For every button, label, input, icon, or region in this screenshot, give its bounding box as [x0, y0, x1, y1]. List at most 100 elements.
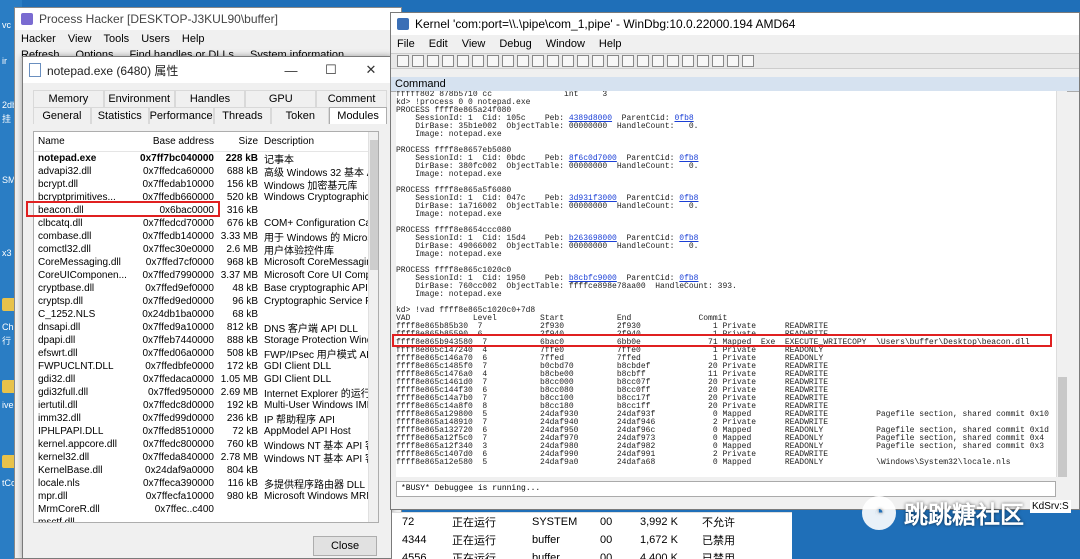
task-row[interactable]: 72 正在运行 SYSTEM 00 3,992 K 不允许 — [392, 513, 792, 531]
module-row[interactable]: mpr.dll 0x7ffecfa10000 980 kB Microsoft Win… — [34, 490, 378, 503]
column-header-size[interactable]: Size — [214, 136, 262, 147]
menu-users[interactable]: Users — [141, 33, 170, 45]
font-icon[interactable] — [727, 55, 739, 67]
menu-hacker[interactable]: Hacker — [21, 33, 56, 45]
tab-token[interactable]: Token — [271, 107, 330, 124]
module-row[interactable]: comctl32.dll 0x7ffec30e0000 2.6 MB 用户体验控件库 — [34, 243, 378, 257]
module-row[interactable]: FWPUCLNT.DLL 0x7ffedbfe0000 172 kB GDI Clie… — [34, 360, 378, 373]
module-base-address: 0x7ffed950000 — [148, 387, 214, 398]
module-row[interactable]: MrmCoreR.dll 0x7ffec..c400 — [34, 503, 378, 516]
registers-icon[interactable] — [637, 55, 649, 67]
callstack-icon[interactable] — [667, 55, 679, 67]
menu-debug[interactable]: Debug — [499, 38, 531, 50]
module-row[interactable]: bcryptprimitives... 0x7ffedb660000 520 kB W… — [34, 191, 378, 204]
module-row[interactable]: kernel32.dll 0x7ffeda840000 2.78 MB Windows… — [34, 451, 378, 465]
step-out-icon[interactable] — [547, 55, 559, 67]
module-size: 316 kB — [226, 205, 258, 216]
menu-help[interactable]: Help — [599, 38, 622, 50]
tab-modules[interactable]: Modules — [329, 107, 387, 124]
tab-general[interactable]: General — [33, 107, 91, 124]
module-row[interactable]: gdi32full.dll 0x7ffed950000 2.69 MB Interne… — [34, 386, 378, 400]
menu-window[interactable]: Window — [546, 38, 585, 50]
maximize-icon[interactable]: ☐ — [311, 57, 351, 83]
column-header-base[interactable]: Base address — [129, 136, 214, 147]
module-size: 812 kB — [226, 322, 258, 333]
scratch-icon[interactable] — [697, 55, 709, 67]
tab-memory[interactable]: Memory — [33, 90, 104, 107]
watch-icon[interactable] — [607, 55, 619, 67]
cut-icon[interactable] — [412, 55, 424, 67]
module-row[interactable]: dnsapi.dll 0x7ffed9a10000 812 kB DNS 客户端 AP… — [34, 321, 378, 335]
tab-environment[interactable]: Environment — [103, 90, 175, 107]
paste-icon[interactable] — [442, 55, 454, 67]
restart-icon[interactable] — [502, 55, 514, 67]
output-line: Image: notepad.exe — [396, 250, 502, 259]
tab-comment[interactable]: Comment — [316, 90, 387, 107]
minimize-icon[interactable]: — — [271, 57, 311, 83]
open-icon[interactable] — [397, 55, 409, 67]
tab-statistics[interactable]: Statistics — [90, 107, 149, 124]
output-line: Image: notepad.exe — [396, 290, 502, 299]
menu-view[interactable]: View — [68, 33, 92, 45]
scrollbar-thumb[interactable] — [370, 140, 378, 270]
task-user: buffer — [532, 552, 560, 559]
source-mode-icon[interactable] — [712, 55, 724, 67]
module-row[interactable]: locale.nls 0x7ffeca390000 116 kB 多提供程序路由器 D… — [34, 477, 378, 491]
module-description: 用户体验控件库 — [264, 246, 334, 257]
locals-icon[interactable] — [622, 55, 634, 67]
column-header-description[interactable]: Description — [262, 136, 372, 147]
tab-threads[interactable]: Threads — [213, 107, 272, 124]
module-row[interactable]: CoreMessaging.dll 0x7ffed7cf0000 968 kB Mic… — [34, 256, 378, 269]
memory-icon[interactable] — [652, 55, 664, 67]
menu-file[interactable]: File — [397, 38, 415, 50]
menu-help[interactable]: Help — [182, 33, 205, 45]
module-size: 192 kB — [226, 400, 258, 411]
task-row[interactable]: 4344 正在运行 buffer 00 1,672 K 已禁用 — [392, 531, 792, 549]
module-row[interactable]: bcrypt.dll 0x7ffedab10000 156 kB Windows 加密… — [34, 178, 378, 192]
module-size: 96 kB — [232, 296, 258, 307]
close-icon[interactable]: ✕ — [351, 57, 391, 83]
output-scrollbar[interactable] — [1056, 91, 1067, 477]
debugger-output[interactable]: fffff802 878b5710 cc int 3 kd> !process 0… — [396, 91, 1056, 477]
menu-view[interactable]: View — [462, 38, 486, 50]
windbg-titlebar[interactable]: Kernel 'com:port=\\.\pipe\com_1,pipe' - … — [391, 13, 1079, 35]
tab-gpu[interactable]: GPU — [245, 90, 317, 107]
breakpoint-icon[interactable] — [577, 55, 589, 67]
module-base-address: 0x7ffec30e0000 — [143, 244, 214, 255]
module-name: C_1252.NLS — [38, 309, 96, 320]
module-row[interactable]: efswrt.dll 0x7ffed06a0000 508 kB FWP/IPsec … — [34, 347, 378, 361]
copy-icon[interactable] — [427, 55, 439, 67]
stop-icon[interactable] — [487, 55, 499, 67]
step-over-icon[interactable] — [532, 55, 544, 67]
options-icon[interactable] — [742, 55, 754, 67]
dialog-titlebar[interactable]: notepad.exe (6480) 属性 — ☐ ✕ — [23, 57, 391, 83]
menu-tools[interactable]: Tools — [104, 33, 130, 45]
close-button[interactable]: Close — [313, 536, 377, 556]
module-row[interactable]: cryptbase.dll 0x7ffed9ef0000 48 kB Base cry… — [34, 282, 378, 295]
module-base-address: 0x7ff7bc040000 — [140, 153, 214, 164]
tab-handles[interactable]: Handles — [174, 90, 246, 107]
module-row[interactable]: msctf.dll — [34, 516, 378, 522]
module-name: gdi32.dll — [38, 374, 76, 385]
step-into-icon[interactable] — [517, 55, 529, 67]
scrollbar-thumb[interactable] — [1058, 377, 1067, 477]
task-row[interactable]: 4556 正在运行 buffer 00 4,400 K 已禁用 — [392, 549, 792, 559]
modules-scrollbar[interactable] — [368, 132, 378, 522]
column-header-name[interactable]: Name — [34, 136, 129, 147]
break-icon[interactable] — [472, 55, 484, 67]
go-icon[interactable] — [457, 55, 469, 67]
disassembly-icon[interactable] — [682, 55, 694, 67]
tab-performance[interactable]: Performance — [148, 107, 214, 124]
taskbar-item[interactable]: KdSrv:S — [1030, 500, 1071, 513]
process-hacker-titlebar[interactable]: Process Hacker [DESKTOP-J3KUL90\buffer] — [15, 8, 401, 30]
command-icon[interactable] — [592, 55, 604, 67]
menu-edit[interactable]: Edit — [429, 38, 448, 50]
module-base-address: 0x7ffeb7440000 — [142, 335, 214, 346]
module-row[interactable]: imm32.dll 0x7ffed99d0000 236 kB IP 帮助程序 API — [34, 412, 378, 426]
module-row[interactable]: beacon.dll 0x6bac0000 316 kB — [34, 204, 378, 217]
task-status: 正在运行 — [452, 535, 496, 547]
run-to-cursor-icon[interactable] — [562, 55, 574, 67]
watermark: ◔ 跳跳糖社区 — [862, 495, 1024, 530]
module-row[interactable]: CoreUIComponen... 0x7ffed7990000 3.37 MB Mi… — [34, 269, 378, 282]
module-row[interactable]: cryptsp.dll 0x7ffed9ed0000 96 kB Cryptograp… — [34, 295, 378, 308]
